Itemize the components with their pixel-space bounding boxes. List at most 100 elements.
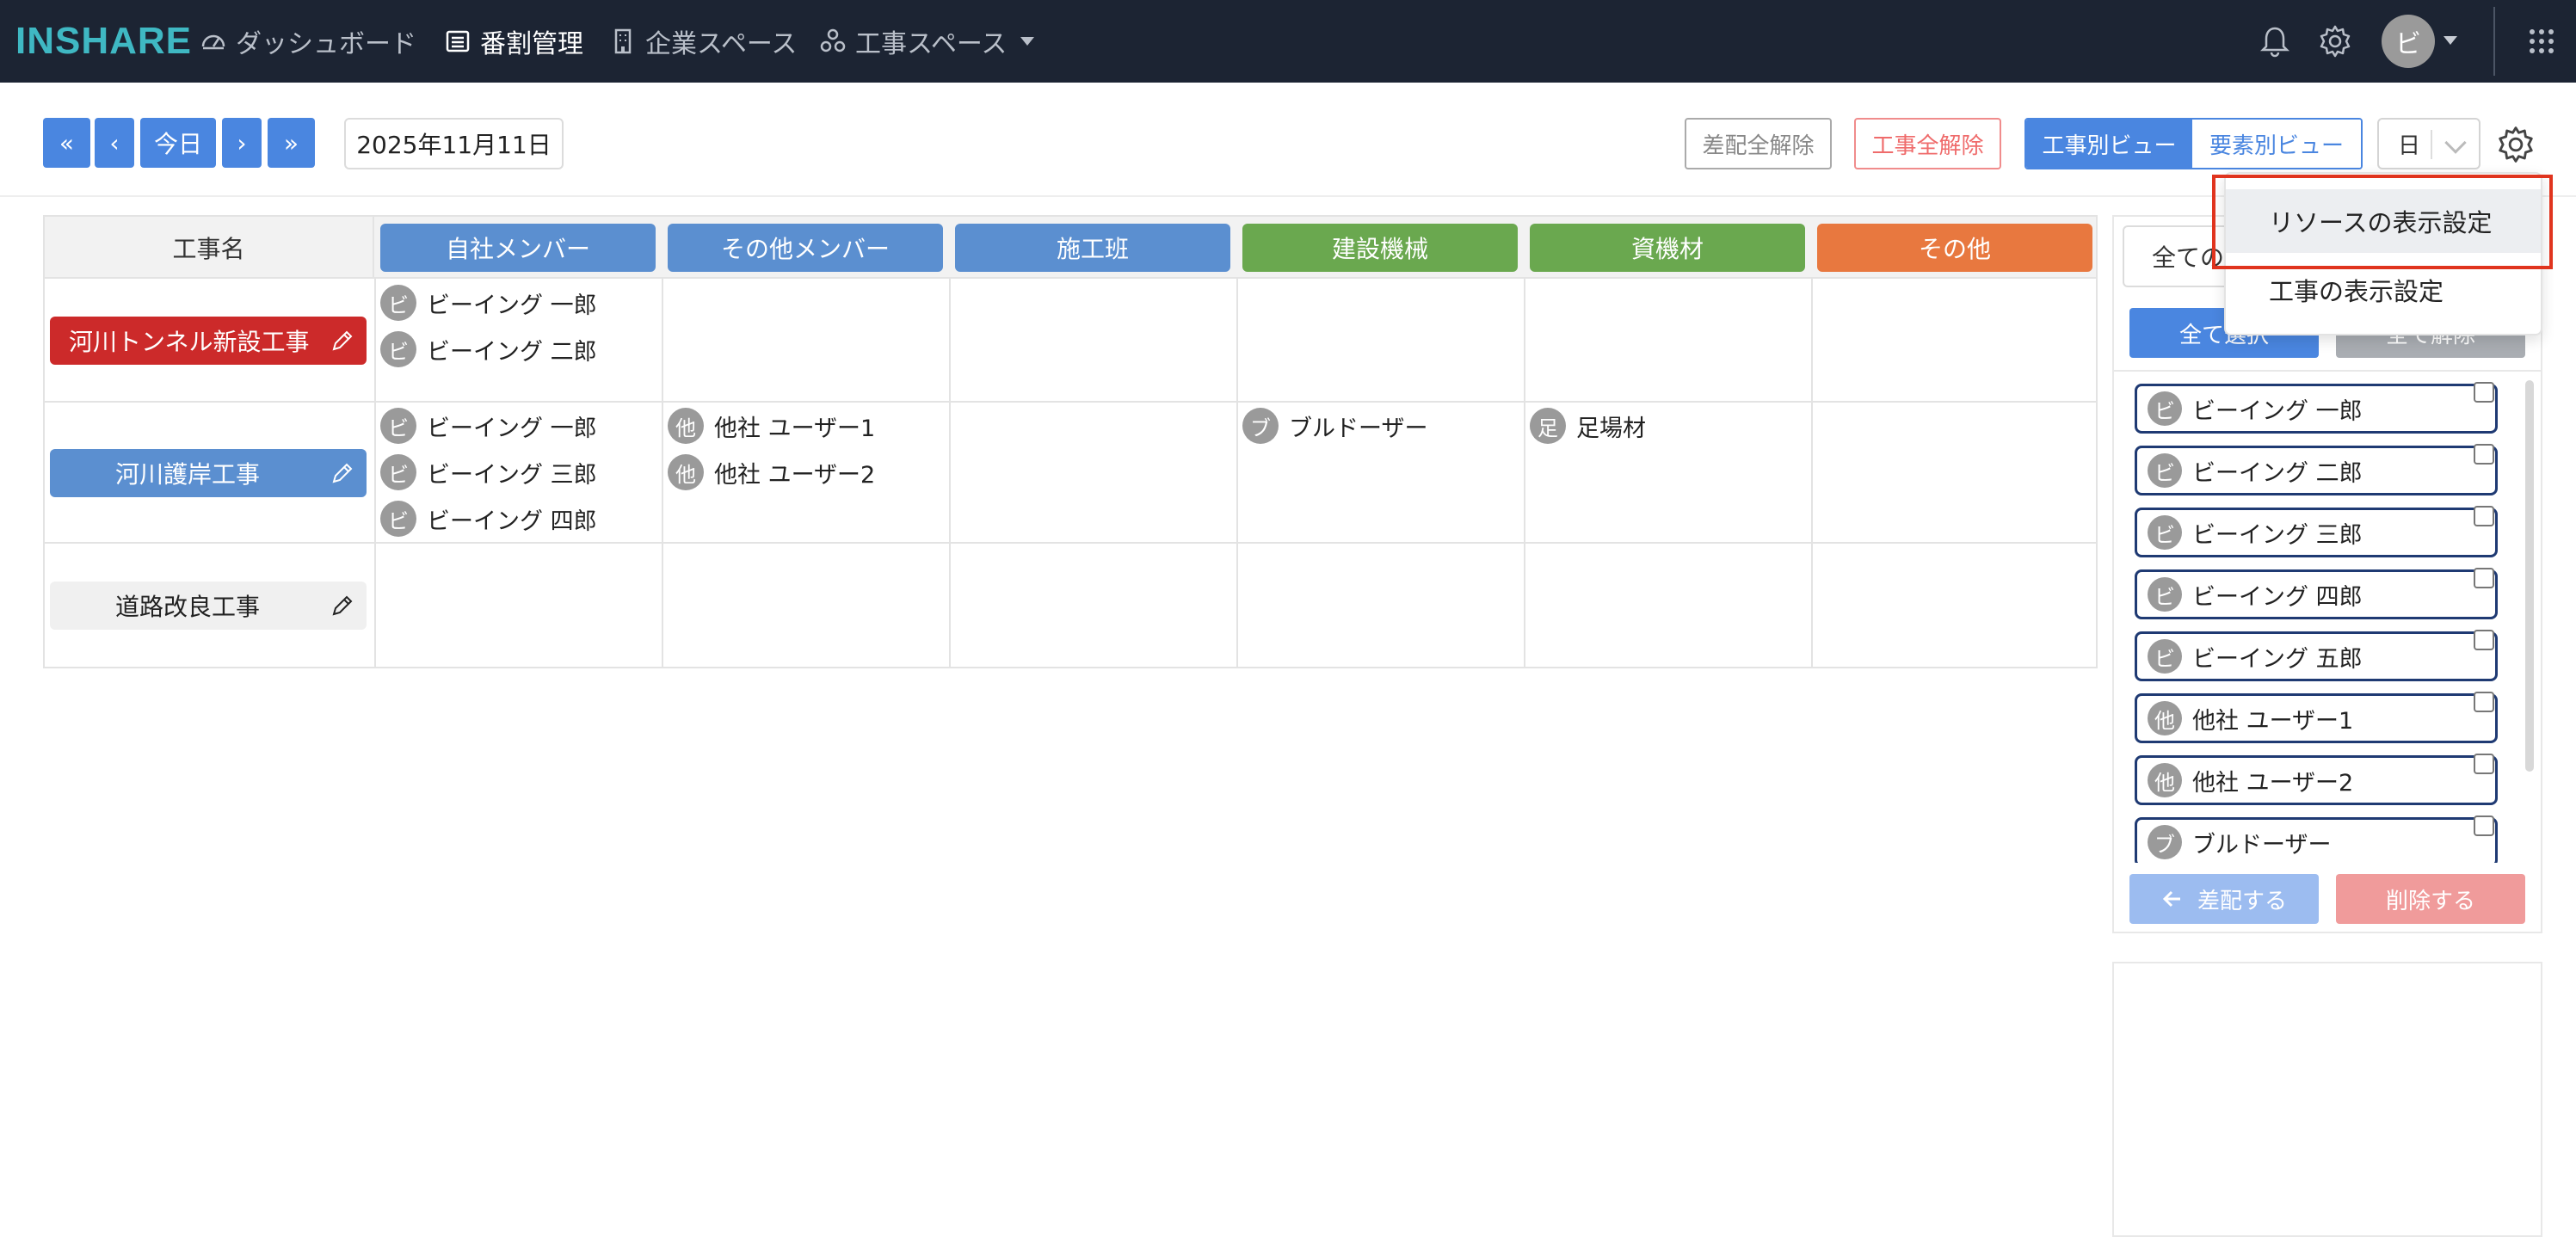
detail-side-panel [2112,962,2542,1237]
column-header-own-members[interactable]: 自社メンバー [380,224,656,272]
resource-checkbox[interactable] [2474,815,2494,836]
view-by-job-tab[interactable]: 工事別ビュー [2026,120,2192,168]
resource-name: ビーイング 四郎 [427,508,597,535]
clear-all-jobs-button[interactable]: 工事全解除 [1854,118,2001,169]
user-avatar[interactable]: ビ [2382,15,2435,68]
assigned-resource[interactable]: ブ ブルドーザー [1242,404,1427,447]
time-unit-select[interactable]: 日 [2377,118,2480,169]
user-menu-chevron-icon[interactable] [2444,36,2457,45]
resource-name: 他社 ユーザー1 [2192,707,2354,735]
resource-badge: 他 [2148,763,2182,797]
assigned-resource[interactable]: 足 足場材 [1530,404,1646,447]
resource-badge: ビ [2148,515,2182,550]
resource-checkbox[interactable] [2474,692,2494,712]
assign-button-label: 差配する [2197,888,2287,914]
resource-badge: ビ [380,331,416,367]
column-divider [374,279,376,667]
notification-bell-icon[interactable] [2254,21,2296,62]
view-by-element-tab[interactable]: 要素別ビュー [2192,120,2361,168]
clear-all-assignments-button[interactable]: 差配全解除 [1685,118,1832,169]
job-river-revetment[interactable]: 河川護岸工事 [50,449,367,497]
resource-checkbox[interactable] [2474,568,2494,588]
resource-checkbox[interactable] [2474,506,2494,526]
resource-badge: ビ [2148,391,2182,426]
last-page-button[interactable]: » [268,118,315,168]
next-day-button[interactable]: › [222,118,262,168]
first-page-button[interactable]: « [43,118,90,168]
resource-name: ビーイング 二郎 [2192,459,2363,487]
row-divider [45,542,2096,544]
nav-dashboard[interactable]: ダッシュボード [200,19,416,64]
resource-checkbox[interactable] [2474,630,2494,650]
prev-day-button[interactable]: ‹ [95,118,134,168]
resource-checkbox[interactable] [2474,382,2494,403]
resource-badge: ブ [1242,408,1279,444]
nav-construction-space[interactable]: 工事スペース [819,19,1035,64]
nav-assignment[interactable]: 番割管理 [444,19,583,64]
job-river-tunnel[interactable]: 河川トンネル新設工事 [50,317,367,365]
time-unit-value: 日 [2398,132,2421,159]
column-header-other-members[interactable]: その他メンバー [668,224,943,272]
resource-card[interactable]: ブ ブルドーザー [2135,817,2498,863]
network-icon [820,28,846,52]
today-button[interactable]: 今日 [140,118,216,168]
assigned-resource[interactable]: ビ ビーイング 三郎 [380,451,597,494]
date-field[interactable]: 2025年11月11日 [344,118,564,169]
column-header-other[interactable]: その他 [1817,224,2092,272]
edit-pencil-icon[interactable] [330,461,354,485]
resource-card[interactable]: 他 他社 ユーザー2 [2135,755,2498,805]
column-header-machinery[interactable]: 建設機械 [1242,224,1518,272]
job-road-improvement[interactable]: 道路改良工事 [50,582,367,630]
view-toggle: 工事別ビュー 要素別ビュー [2024,118,2363,169]
resource-name: 他社 ユーザー2 [2192,769,2354,797]
resource-checkbox[interactable] [2474,754,2494,774]
resource-card[interactable]: ビ ビーイング 五郎 [2135,631,2498,681]
assigned-resource[interactable]: ビ ビーイング 二郎 [380,328,597,371]
job-name: 道路改良工事 [115,593,261,621]
edit-pencil-icon[interactable] [330,594,354,618]
nav-assignment-label: 番割管理 [480,29,583,59]
column-header-materials[interactable]: 資機材 [1530,224,1805,272]
nav-company-space[interactable]: 企業スペース [609,19,797,64]
resource-card[interactable]: ビ ビーイング 三郎 [2135,508,2498,557]
app-grid-icon[interactable] [2521,21,2562,62]
resource-name: ブルドーザー [1289,415,1428,442]
job-name-column-header: 工事名 [45,217,374,279]
resource-card[interactable]: 他 他社 ユーザー1 [2135,693,2498,743]
assigned-resource[interactable]: ビ ビーイング 四郎 [380,497,597,540]
resource-name: 他社 ユーザー1 [714,415,876,442]
assign-button[interactable]: 差配する [2129,874,2319,924]
nav-company-space-label: 企業スペース [645,29,798,59]
resource-badge: ビ [2148,639,2182,674]
resource-name: ビーイング 一郎 [427,292,597,319]
assigned-resource[interactable]: ビ ビーイング 一郎 [380,404,597,447]
assignment-grid: 工事名 自社メンバー その他メンバー 施工班 建設機械 資機材 その他 河川トン… [43,215,2098,668]
resource-badge: 他 [2148,701,2182,735]
highlight-box [2212,175,2553,269]
resource-card[interactable]: ビ ビーイング 二郎 [2135,446,2498,495]
resource-card[interactable]: ビ ビーイング 一郎 [2135,384,2498,434]
nav-construction-space-label: 工事スペース [855,29,1008,59]
edit-pencil-icon[interactable] [330,329,354,353]
resource-name: ビーイング 一郎 [2192,397,2363,425]
app-logo[interactable]: INSHARE [15,19,192,64]
column-divider [1236,279,1238,667]
settings-gear-icon[interactable] [2314,21,2356,62]
assigned-resource[interactable]: ビ ビーイング 一郎 [380,281,597,324]
resource-badge: 他 [668,408,704,444]
view-settings-gear-icon[interactable] [2495,124,2536,165]
resource-badge: ビ [380,408,416,444]
resource-badge: 他 [668,454,704,490]
row-divider [45,401,2096,403]
assigned-resource[interactable]: 他 他社 ユーザー2 [668,451,875,494]
resource-card[interactable]: ビ ビーイング 四郎 [2135,569,2498,619]
arrow-left-icon [2162,890,2180,908]
column-divider [949,279,951,667]
resource-checkbox[interactable] [2474,444,2494,465]
resource-list-scrollbar[interactable] [2525,380,2534,772]
grid-header: 工事名 自社メンバー その他メンバー 施工班 建設機械 資機材 その他 [45,217,2096,279]
assigned-resource[interactable]: 他 他社 ユーザー1 [668,404,875,447]
column-header-crews[interactable]: 施工班 [955,224,1230,272]
delete-button[interactable]: 削除する [2336,874,2525,924]
dashboard-gauge-icon [201,34,225,50]
